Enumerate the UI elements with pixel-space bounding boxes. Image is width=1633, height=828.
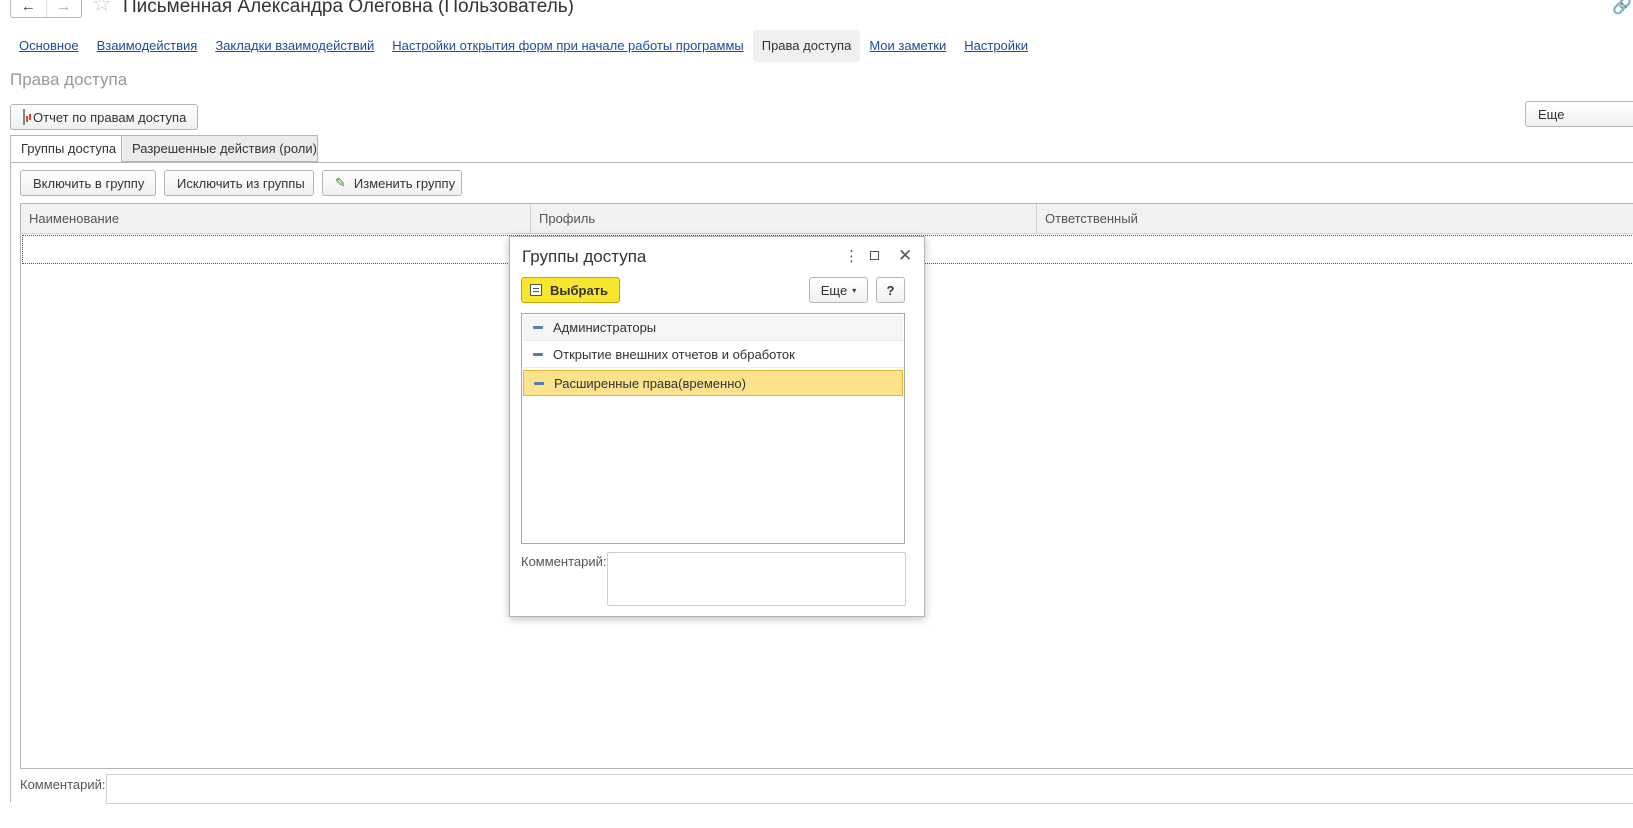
- report-icon: [23, 109, 28, 125]
- groups-list: Администраторы Открытие внешних отчетов …: [521, 313, 905, 544]
- include-label: Включить в группу: [33, 175, 145, 191]
- change-label: Изменить группу: [353, 175, 456, 191]
- dialog-title: Группы доступа: [522, 247, 647, 266]
- dialog-more-label: Еще: [820, 282, 848, 298]
- favorite-star-icon[interactable]: ☆: [92, 0, 112, 15]
- access-report-label: Отчет по правам доступа: [33, 109, 187, 125]
- access-groups-dialog: Группы доступа ⋮ ✕ Выбрать Еще ▾ ? Админ…: [509, 236, 925, 617]
- dialog-comment-label: Комментарий:: [521, 554, 607, 569]
- link-icon[interactable]: 🔗: [1612, 0, 1632, 16]
- list-item-label: Расширенные права(временно): [554, 376, 746, 391]
- list-item[interactable]: Открытие внешних отчетов и обработок: [523, 342, 903, 368]
- nav-interaction-bookmarks[interactable]: Закладки взаимодействий: [206, 30, 383, 62]
- include-in-group-button[interactable]: Включить в группу: [20, 170, 156, 196]
- help-button[interactable]: ?: [876, 277, 905, 303]
- forward-icon[interactable]: →: [45, 0, 82, 17]
- chevron-down-icon: ▾: [852, 285, 857, 295]
- nav-interactions[interactable]: Взаимодействия: [88, 30, 207, 62]
- nav-access-rights[interactable]: Права доступа: [752, 30, 861, 62]
- nav-basic[interactable]: Основное: [10, 30, 88, 62]
- column-name[interactable]: Наименование: [21, 204, 531, 234]
- list-item-label: Администраторы: [553, 320, 657, 335]
- form-navigation: Основное Взаимодействия Закладки взаимод…: [10, 30, 1037, 62]
- comment-label: Комментарий:: [20, 777, 106, 792]
- column-responsible[interactable]: Ответственный: [1037, 204, 1633, 234]
- menu-dots-icon[interactable]: ⋮: [844, 247, 859, 265]
- dialog-more-button[interactable]: Еще ▾: [809, 277, 868, 303]
- comment-field[interactable]: [106, 774, 1633, 804]
- list-item-selected[interactable]: Расширенные права(временно): [523, 370, 903, 396]
- group-icon: [534, 382, 544, 385]
- section-title: Права доступа: [10, 70, 128, 89]
- page-title: Письменная Александра Олеговна (Пользова…: [123, 0, 575, 17]
- column-profile[interactable]: Профиль: [531, 204, 1037, 234]
- exclude-from-group-button[interactable]: Исключить из группы: [164, 170, 314, 196]
- list-item-label: Открытие внешних отчетов и обработок: [553, 347, 795, 362]
- close-icon[interactable]: ✕: [898, 246, 912, 266]
- group-icon: [533, 326, 543, 329]
- nav-my-notes[interactable]: Мои заметки: [860, 30, 955, 62]
- choose-icon: [530, 284, 542, 296]
- maximize-icon[interactable]: [870, 251, 879, 260]
- dialog-comment-field[interactable]: [607, 552, 906, 606]
- choose-button[interactable]: Выбрать: [521, 277, 620, 303]
- history-nav: ← →: [10, 0, 82, 18]
- table-header: Наименование Профиль Ответственный: [21, 204, 1633, 234]
- pencil-icon: ✎: [335, 175, 346, 190]
- access-report-button[interactable]: Отчет по правам доступа: [10, 104, 198, 130]
- exclude-label: Исключить из группы: [177, 175, 305, 191]
- change-group-button[interactable]: ✎ Изменить группу: [322, 170, 462, 196]
- more-label: Еще: [1538, 106, 1565, 122]
- more-button[interactable]: Еще: [1525, 101, 1633, 127]
- list-item[interactable]: Администраторы: [523, 315, 903, 341]
- tab-allowed-roles[interactable]: Разрешенные действия (роли): [121, 135, 318, 162]
- back-icon[interactable]: ←: [11, 0, 46, 17]
- tabstrip: Группы доступа Разрешенные действия (рол…: [10, 135, 1633, 163]
- tab-access-groups[interactable]: Группы доступа: [10, 135, 122, 162]
- group-icon: [533, 353, 543, 356]
- nav-form-open-settings[interactable]: Настройки открытия форм при начале работ…: [383, 30, 752, 62]
- nav-settings[interactable]: Настройки: [955, 30, 1037, 62]
- choose-label: Выбрать: [550, 282, 609, 298]
